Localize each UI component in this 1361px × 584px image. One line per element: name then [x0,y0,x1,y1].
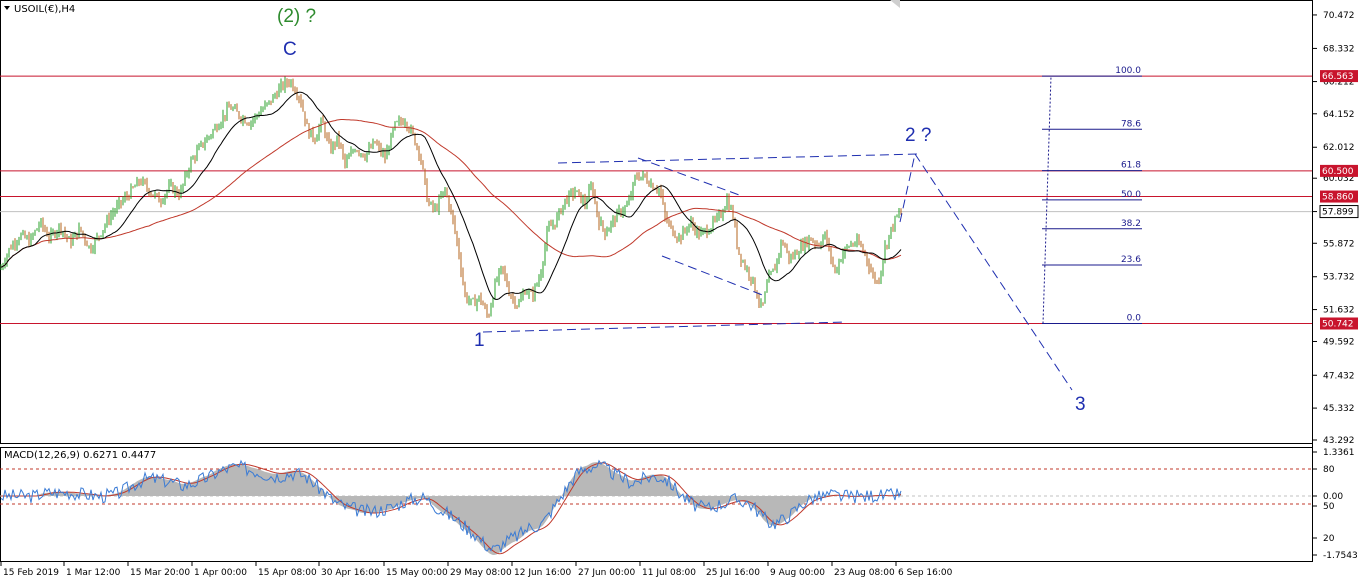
wave-label: 3 [1075,394,1086,415]
price-tick-label: 43.292 [1323,436,1355,446]
price-tick-label: 68.332 [1323,44,1355,54]
time-tick-label: 15 Mar 20:00 [130,568,190,578]
macd-tick-label: 50 [1323,502,1335,512]
fib-level-label: 38.2 [1121,219,1141,229]
macd-tick-label: 1.3361 [1323,448,1355,458]
price-tick-label: 64.152 [1323,110,1355,120]
fib-level-label: 78.6 [1121,119,1141,129]
symbol-header: USOIL(€),H4 [14,4,75,15]
time-tick-label: 15 Feb 2019 [3,568,59,578]
macd-axis: 1.3361 80 0.0050 20 -1.7543 [1312,448,1358,561]
price-tick-label: 55.872 [1323,239,1355,249]
time-tick-label: 27 Jun 00:00 [578,568,635,578]
time-tick-label: 15 Apr 08:00 [258,568,317,578]
wave-label: 2 ? [905,125,931,146]
price-tick-label: 53.732 [1323,273,1355,283]
price-tick-label: 70.472 [1323,11,1355,21]
chart-canvas: USOIL(€),H4 70.47268.33266.21264.15262.0… [0,0,1359,578]
fib-level-label: 0.0 [1127,313,1142,323]
fib-level-label: 61.8 [1121,161,1141,171]
time-tick-label: 6 Sep 16:00 [898,568,953,578]
price-tag-label: 50.742 [1322,319,1354,329]
time-tick-label: 12 Jun 16:00 [514,568,571,578]
macd-tick-label: 20 [1323,534,1335,544]
time-tick-label: 23 Aug 08:00 [834,568,895,578]
wave-label: C [283,39,297,60]
time-tick-label: 9 Aug 00:00 [770,568,825,578]
price-tick-label: 62.012 [1323,143,1355,153]
macd-tick-label: 80 [1323,465,1335,475]
time-tick-label: 25 Jul 16:00 [706,568,760,578]
current-price-label: 57.899 [1322,208,1354,218]
macd-tick-label: 0.00 [1323,492,1343,502]
price-tag-label: 60.500 [1322,167,1354,177]
price-tag-label: 66.563 [1322,72,1354,82]
time-tick-label: 1 Apr 00:00 [194,568,247,578]
fib-level-label: 23.6 [1121,255,1141,265]
price-tick-label: 45.332 [1323,404,1355,414]
price-tick-label: 51.632 [1323,306,1355,316]
fib-level-label: 50.0 [1121,190,1141,200]
macd-tick-label: -1.7543 [1323,551,1358,561]
time-tick-label: 30 Apr 16:00 [321,568,380,578]
fib-level-label: 100.0 [1115,66,1141,76]
wave-label: 1 [474,330,485,351]
price-tag-label: 58.860 [1322,193,1354,203]
price-tick-label: 47.432 [1323,371,1355,381]
macd-header: MACD(12,26,9) 0.6271 0.4477 [4,450,156,461]
time-axis: 15 Feb 2019 1 Mar 12:00 15 Mar 20:00 1 Apr … [0,562,953,578]
price-tick-label: 49.592 [1323,337,1355,347]
time-tick-label: 15 May 00:00 [386,568,448,578]
time-tick-label: 11 Jul 08:00 [642,568,696,578]
wave-label: (2) ? [277,6,316,27]
time-tick-label: 29 May 08:00 [450,568,512,578]
time-tick-label: 1 Mar 12:00 [66,568,121,578]
